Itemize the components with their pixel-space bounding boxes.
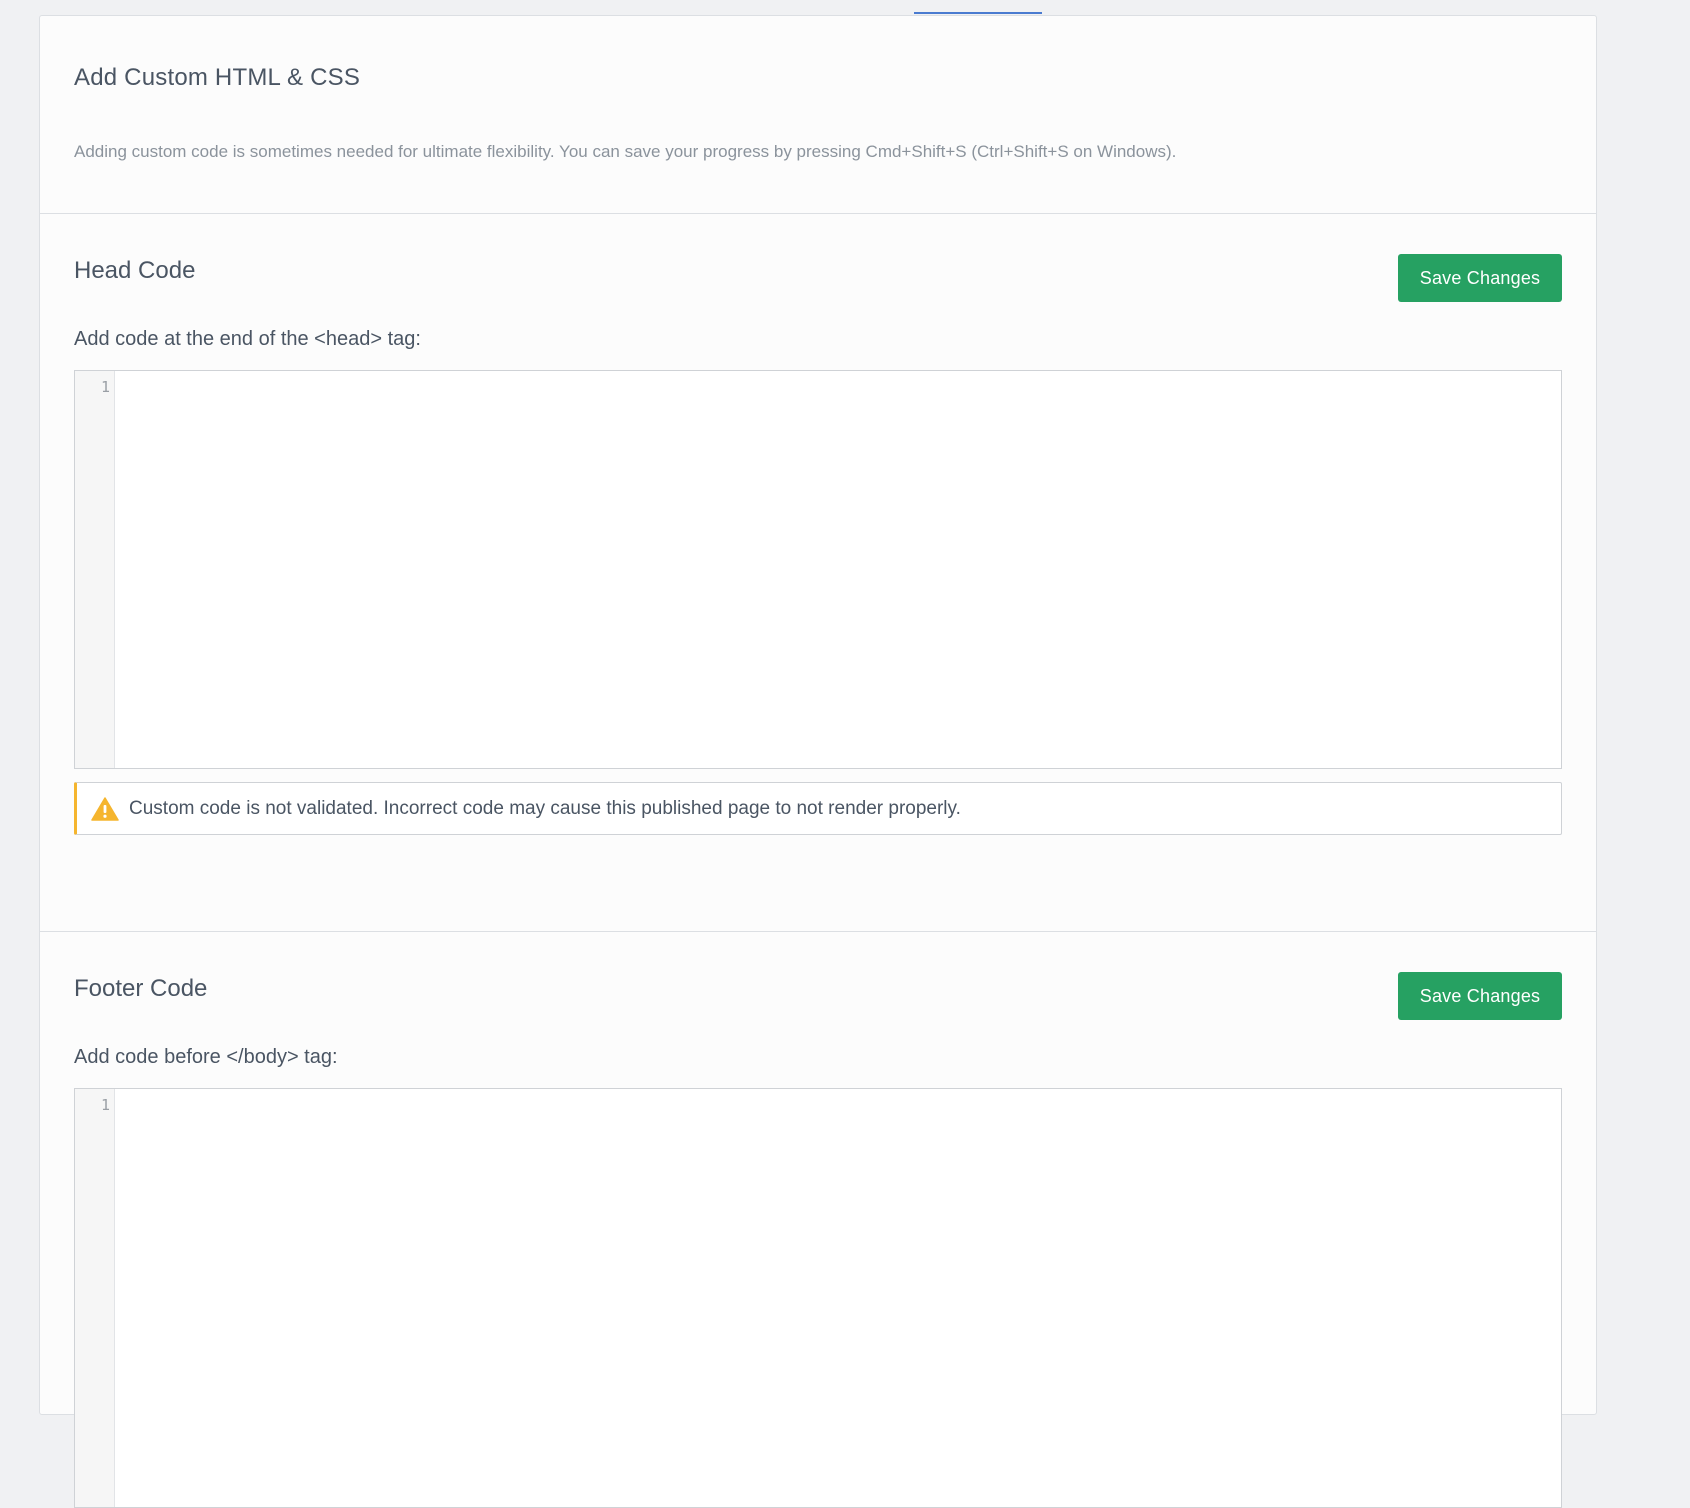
head-code-label: Add code at the end of the <head> tag: <box>74 328 421 350</box>
head-code-header: Head Code Save Changes <box>74 214 1562 324</box>
head-save-button[interactable]: Save Changes <box>1398 254 1562 302</box>
page-title: Add Custom HTML & CSS <box>74 64 361 91</box>
head-code-editor[interactable]: 1 <box>74 370 1562 769</box>
line-number: 1 <box>100 1096 110 1114</box>
footer-code-editor[interactable]: 1 <box>74 1088 1562 1508</box>
warning-message: Custom code is not validated. Incorrect … <box>129 797 961 819</box>
intro-description: Adding custom code is sometimes needed f… <box>74 142 1177 161</box>
warning-triangle-icon <box>91 796 119 821</box>
active-tab-indicator <box>914 0 1042 14</box>
line-number-gutter: 1 <box>75 1089 115 1507</box>
footer-code-input[interactable] <box>115 1089 1561 1507</box>
footer-code-header: Footer Code Save Changes <box>74 932 1562 1042</box>
head-code-input[interactable] <box>115 371 1561 768</box>
line-number: 1 <box>100 378 110 396</box>
footer-code-title: Footer Code <box>74 975 208 1002</box>
intro-section: Add Custom HTML & CSS Adding custom code… <box>40 16 1596 214</box>
footer-save-button[interactable]: Save Changes <box>1398 972 1562 1020</box>
custom-code-panel: Add Custom HTML & CSS Adding custom code… <box>39 15 1597 1508</box>
head-code-section: Head Code Save Changes Add code at the e… <box>40 214 1596 932</box>
footer-code-label: Add code before </body> tag: <box>74 1046 338 1068</box>
line-number-gutter: 1 <box>75 371 115 768</box>
head-code-title: Head Code <box>74 257 196 284</box>
footer-code-section: Footer Code Save Changes Add code before… <box>40 932 1596 1508</box>
validation-warning: Custom code is not validated. Incorrect … <box>74 782 1562 835</box>
